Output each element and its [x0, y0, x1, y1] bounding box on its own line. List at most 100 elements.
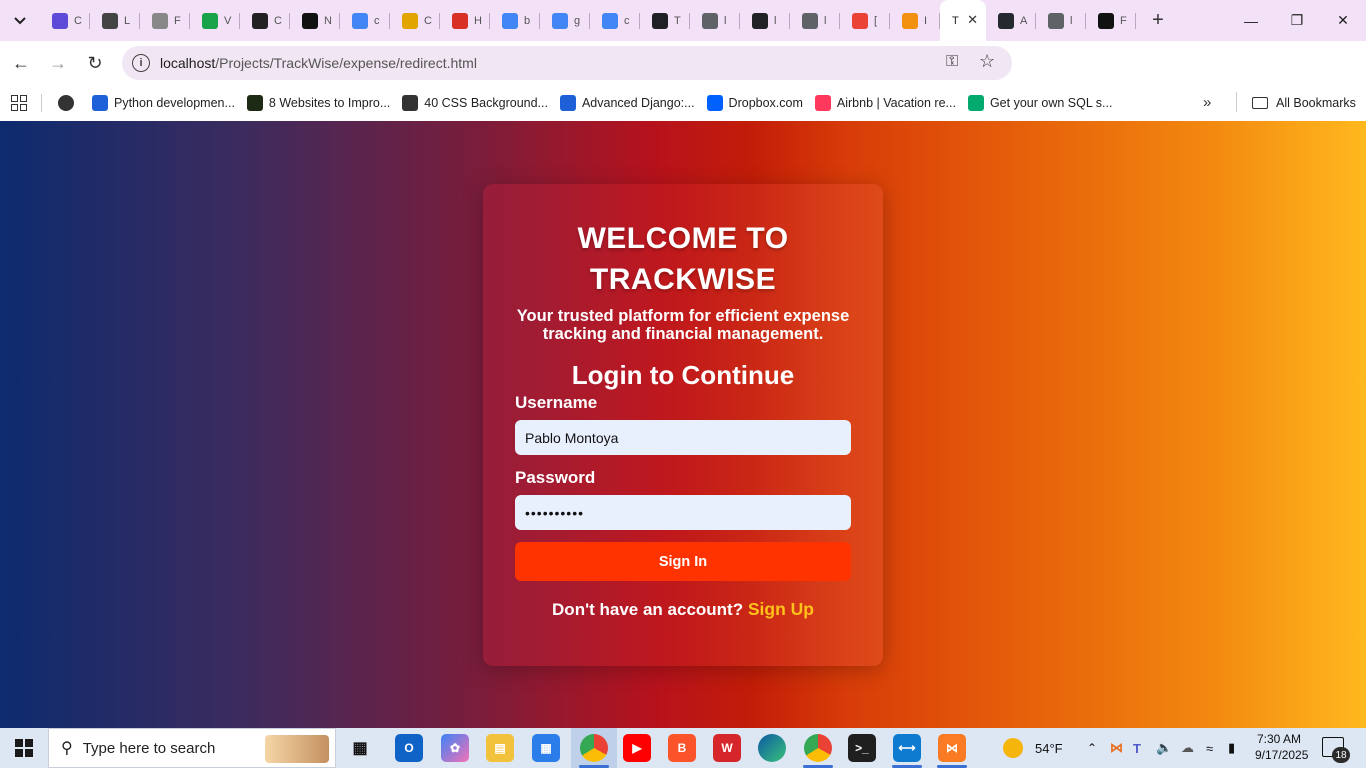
tab[interactable]: l — [740, 0, 790, 41]
new-tab-button[interactable]: + — [1144, 7, 1172, 35]
vscode-icon[interactable]: ⟷ — [893, 734, 921, 762]
bookmark-label: 40 CSS Background... — [424, 96, 548, 110]
bookmark-item[interactable]: Dropbox.com — [701, 89, 809, 117]
store-icon[interactable]: ▦ — [532, 734, 560, 762]
tab[interactable]: A — [986, 0, 1036, 41]
tab[interactable]: l — [1036, 0, 1086, 41]
tab-active[interactable]: T ✕ — [940, 0, 986, 41]
tab-title: c — [374, 14, 380, 27]
tab-title: l — [724, 14, 727, 27]
site-info-icon[interactable]: i — [132, 54, 150, 72]
minimize-icon: — — [1244, 12, 1258, 29]
apps-grid-icon[interactable] — [11, 95, 27, 111]
all-bookmarks-label: All Bookmarks — [1276, 96, 1356, 110]
xampp-icon[interactable]: ⋈ — [938, 734, 966, 762]
tab[interactable]: C — [240, 0, 290, 41]
bookmark-item[interactable]: Get your own SQL s... — [962, 89, 1119, 117]
tab[interactable]: b — [490, 0, 540, 41]
tab[interactable]: c — [340, 0, 390, 41]
youtube-icon[interactable]: ▶ — [623, 734, 651, 762]
terminal-icon[interactable]: >_ — [848, 734, 876, 762]
c-blue-icon — [92, 95, 108, 111]
bookmark-item[interactable]: 40 CSS Background... — [396, 89, 554, 117]
google-icon — [552, 12, 568, 29]
g-logo-icon — [652, 12, 668, 29]
tab[interactable]: V — [190, 0, 240, 41]
bookmark-item[interactable]: 8 Websites to Impro... — [241, 89, 396, 117]
edge-icon[interactable] — [758, 734, 786, 762]
tab[interactable]: l — [690, 0, 740, 41]
url-text[interactable]: localhost/Projects/TrackWise/expense/red… — [160, 55, 477, 71]
tab-title: I — [924, 14, 928, 27]
wps-icon[interactable]: W — [713, 734, 741, 762]
restore-button[interactable]: ❐ — [1274, 0, 1320, 41]
username-input[interactable] — [515, 420, 851, 455]
windows-logo-icon — [15, 739, 33, 757]
volume-icon[interactable]: 🔈 — [1156, 728, 1172, 768]
signup-prompt: Don't have an account? Sign Up — [483, 599, 883, 620]
password-input[interactable] — [515, 495, 851, 530]
tab[interactable]: F — [1086, 0, 1136, 41]
tab[interactable]: F — [140, 0, 190, 41]
back-button[interactable]: ← — [5, 47, 37, 79]
tab-title: C — [74, 14, 82, 27]
weather-widget[interactable]: 54°F — [1003, 728, 1063, 768]
clock-time: 7:30 AM — [1256, 732, 1302, 746]
address-bar[interactable]: i localhost/Projects/TrackWise/expense/r… — [122, 46, 1012, 80]
plus-icon: + — [1152, 9, 1164, 31]
tab[interactable]: C — [40, 0, 90, 41]
tab[interactable]: C — [390, 0, 440, 41]
restore-icon: ❐ — [1290, 12, 1304, 28]
tab[interactable]: L — [90, 0, 140, 41]
chrome-profile-icon[interactable] — [804, 734, 832, 762]
outlook-icon[interactable]: O — [395, 734, 423, 762]
wifi-icon[interactable]: ≈ — [1206, 728, 1213, 768]
tab[interactable]: g — [540, 0, 590, 41]
chrome-icon[interactable] — [580, 734, 608, 762]
tab[interactable]: [ — [840, 0, 890, 41]
tab-title: C — [274, 14, 282, 27]
tab-search-button[interactable] — [6, 7, 34, 35]
password-key-icon[interactable]: ⚿ — [946, 53, 958, 71]
taskbar-search[interactable]: ⚲ Type here to search — [48, 728, 336, 768]
globe-icon — [58, 95, 74, 111]
all-bookmarks-button[interactable]: All Bookmarks — [1246, 89, 1362, 117]
tab-strip: C L F V C Nc C Hb g c Tl l l[I T ✕ Al F + — ❐ ✕ — [0, 0, 1366, 41]
tab[interactable]: I — [890, 0, 940, 41]
system-clock[interactable]: 7:30 AM 9/17/2025 — [1255, 731, 1308, 763]
arrow-right-icon: → — [49, 52, 67, 73]
bookmark-item[interactable]: Python developmen... — [86, 89, 241, 117]
file-explorer-icon[interactable]: ▤ — [486, 734, 514, 762]
bookmark-item[interactable] — [52, 89, 86, 117]
search-icon: ⚲ — [61, 740, 73, 757]
reload-button[interactable]: ↻ — [79, 47, 111, 79]
copilot-icon[interactable]: ✿ — [441, 734, 469, 762]
tray-overflow-icon[interactable]: ⌃ — [1087, 728, 1097, 768]
minimize-button[interactable]: — — [1228, 0, 1274, 41]
more-bookmarks-icon[interactable]: » — [1203, 94, 1211, 111]
tab-title: L — [124, 14, 131, 27]
tab[interactable]: l — [790, 0, 840, 41]
start-button[interactable] — [0, 728, 48, 768]
xampp-tray-icon[interactable]: ⋈ — [1110, 728, 1123, 768]
tab[interactable]: N — [290, 0, 340, 41]
dropbox-icon — [706, 95, 723, 111]
bookmark-item[interactable]: Airbnb | Vacation re... — [809, 89, 962, 117]
teams-tray-icon[interactable]: T — [1133, 728, 1141, 768]
task-view-icon[interactable]: ▦ — [346, 734, 374, 762]
forward-button[interactable]: → — [42, 47, 74, 79]
tab-title: F — [174, 14, 181, 27]
tab[interactable]: c — [590, 0, 640, 41]
close-tab-icon[interactable]: ✕ — [967, 12, 978, 28]
reload-icon: ↻ — [87, 52, 103, 73]
bookmark-star-icon[interactable]: ☆ — [979, 51, 995, 72]
sign-up-link[interactable]: Sign Up — [748, 599, 814, 619]
tab[interactable]: T — [640, 0, 690, 41]
battery-icon[interactable]: ▮ — [1228, 728, 1235, 768]
sign-in-button[interactable]: Sign In — [515, 542, 851, 581]
brave-icon[interactable]: B — [668, 734, 696, 762]
tab[interactable]: H — [440, 0, 490, 41]
close-window-button[interactable]: ✕ — [1320, 0, 1366, 41]
onedrive-icon[interactable]: ☁ — [1181, 728, 1194, 768]
bookmark-item[interactable]: Advanced Django:... — [554, 89, 701, 117]
